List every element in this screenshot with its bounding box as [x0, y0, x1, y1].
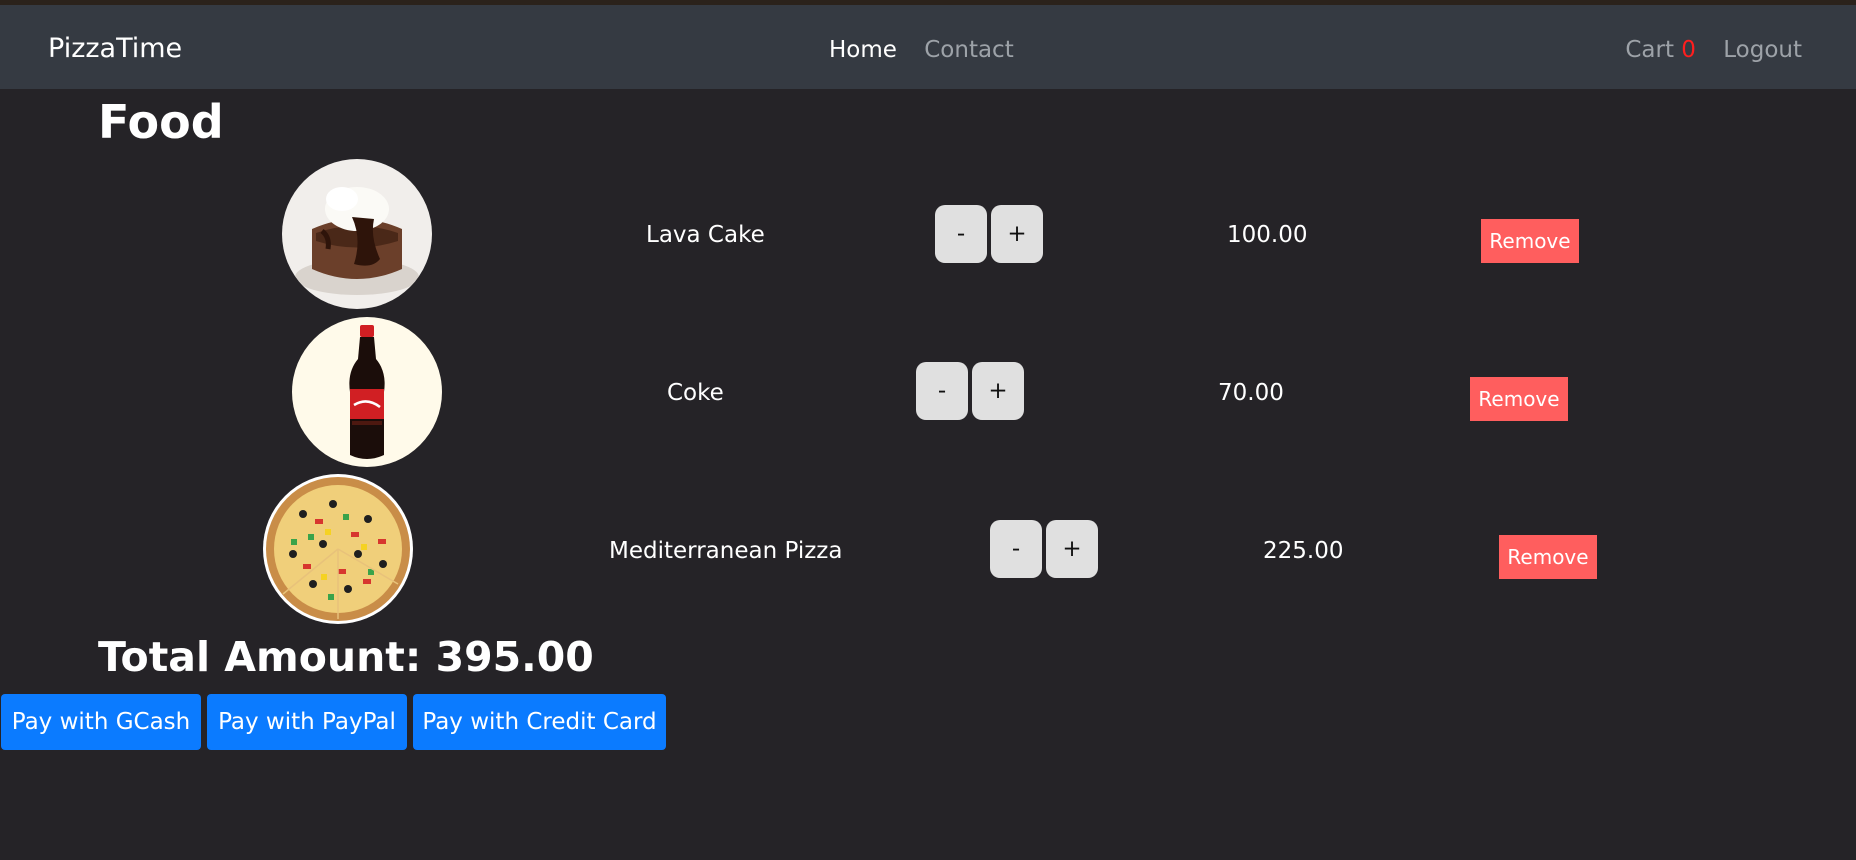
cart-label: Cart	[1625, 37, 1674, 63]
item-name: Lava Cake	[646, 222, 765, 248]
total-value: 395.00	[435, 633, 594, 681]
decrease-quantity-button[interactable]: -	[935, 205, 987, 263]
cart-count-badge: 0	[1681, 37, 1696, 63]
nav-contact-link[interactable]: Contact	[924, 37, 1013, 63]
remove-button[interactable]: Remove	[1470, 377, 1568, 421]
page-title: Food	[98, 95, 224, 149]
item-price: 70.00	[1218, 380, 1284, 406]
decrease-quantity-button[interactable]: -	[916, 362, 968, 420]
item-name: Mediterranean Pizza	[609, 538, 843, 564]
nav-right: Cart 0 Logout	[1625, 37, 1802, 63]
navbar: PizzaTime Home Contact Cart 0 Logout	[0, 5, 1856, 89]
coke-bottle-image	[292, 317, 442, 467]
logout-link[interactable]: Logout	[1723, 37, 1802, 63]
increase-quantity-button[interactable]: +	[972, 362, 1024, 420]
item-name: Coke	[667, 380, 724, 406]
total-amount: Total Amount: 395.00	[98, 633, 594, 681]
total-label: Total Amount:	[98, 633, 422, 681]
item-price: 225.00	[1263, 538, 1344, 564]
pay-credit-card-button[interactable]: Pay with Credit Card	[413, 694, 666, 750]
pay-gcash-button[interactable]: Pay with GCash	[1, 694, 201, 750]
remove-button[interactable]: Remove	[1481, 219, 1579, 263]
nav-links: Home Contact	[829, 37, 1034, 63]
cart-link[interactable]: Cart 0	[1625, 37, 1703, 63]
pizza-image	[263, 474, 413, 624]
lava-cake-image	[282, 159, 432, 309]
remove-button[interactable]: Remove	[1499, 535, 1597, 579]
pay-paypal-button[interactable]: Pay with PayPal	[207, 694, 407, 750]
nav-home-link[interactable]: Home	[829, 37, 897, 63]
item-price: 100.00	[1227, 222, 1308, 248]
increase-quantity-button[interactable]: +	[991, 205, 1043, 263]
increase-quantity-button[interactable]: +	[1046, 520, 1098, 578]
decrease-quantity-button[interactable]: -	[990, 520, 1042, 578]
brand-logo[interactable]: PizzaTime	[48, 33, 182, 64]
